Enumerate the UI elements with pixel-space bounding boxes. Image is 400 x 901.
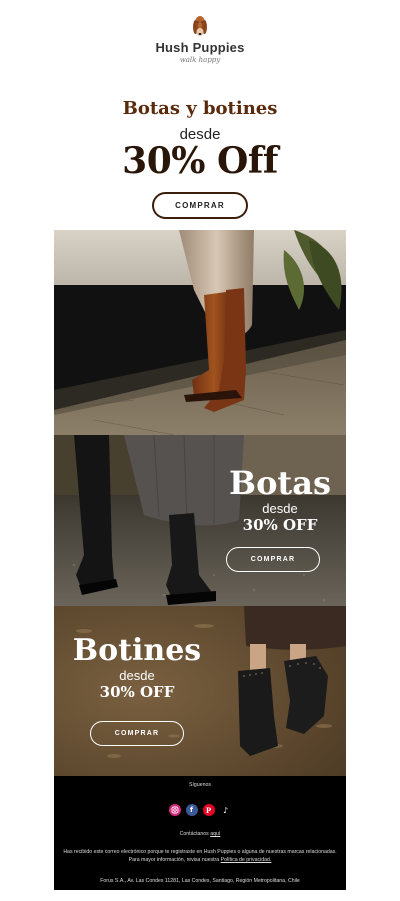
email-page: Hush Puppies walk happy Botas y botines … <box>0 0 400 901</box>
hero-offer: 30% Off <box>122 140 278 182</box>
tiktok-glyph: ♪ <box>222 805 229 815</box>
botines-buy-button[interactable]: COMPRAR <box>90 721 184 746</box>
facebook-icon[interactable]: f <box>185 804 198 816</box>
contact-link[interactable]: aquí <box>210 831 220 837</box>
instagram-glyph <box>171 806 178 814</box>
botas-overlay: Botas desde 30% OFF <box>214 465 346 534</box>
legal-2-prefix: Para mayor información, revisa nuestra <box>128 857 220 863</box>
privacy-policy-link[interactable]: Política de privacidad. <box>221 857 272 863</box>
boots-photo <box>54 230 346 435</box>
social-links: f P ♪ <box>54 804 346 816</box>
pinterest-glyph: P <box>205 805 212 815</box>
botas-title: Botas <box>229 464 331 502</box>
botines-desde: desde <box>119 668 155 683</box>
contact-line: Contáctanos aquí <box>54 831 346 837</box>
botines-overlay: Botines desde 30% OFF <box>72 633 202 702</box>
instagram-icon[interactable] <box>168 804 181 816</box>
hero-buy-button[interactable]: COMPRAR <box>152 192 248 219</box>
hero-title: Botas y botines <box>122 98 278 119</box>
botas-buy-button[interactable]: COMPRAR <box>226 547 320 572</box>
boots-banner-image[interactable] <box>54 230 346 435</box>
legal-text-1: Has recibido este correo electrónico por… <box>63 849 337 855</box>
contact-prefix: Contáctanos <box>179 831 209 837</box>
footer: Síguenos f P ♪ Contáctanos aquí Has reci… <box>54 776 346 890</box>
brand-name: Hush Puppies <box>155 40 245 55</box>
brand-logo[interactable]: Hush Puppies walk happy <box>0 14 400 64</box>
basset-hound-logo-icon <box>193 16 207 36</box>
botas-desde: desde <box>262 501 298 516</box>
botas-offer: 30% OFF <box>242 516 318 534</box>
legal-text-2: Para mayor información, revisa nuestra P… <box>54 857 346 863</box>
pinterest-icon[interactable]: P <box>202 804 215 816</box>
botines-offer: 30% OFF <box>99 683 175 701</box>
botines-banner[interactable]: Botines desde 30% OFF COMPRAR <box>54 606 346 776</box>
brand-tagline: walk happy <box>179 56 221 64</box>
company-address: Forus S.A., Av. Las Condes 11281, Las Co… <box>100 878 300 884</box>
follow-us-label: Síguenos <box>189 782 211 788</box>
tiktok-icon[interactable]: ♪ <box>219 804 232 816</box>
botines-title: Botines <box>72 633 202 668</box>
facebook-glyph: f <box>189 806 194 814</box>
botas-banner[interactable]: Botas desde 30% OFF COMPRAR <box>54 435 346 606</box>
